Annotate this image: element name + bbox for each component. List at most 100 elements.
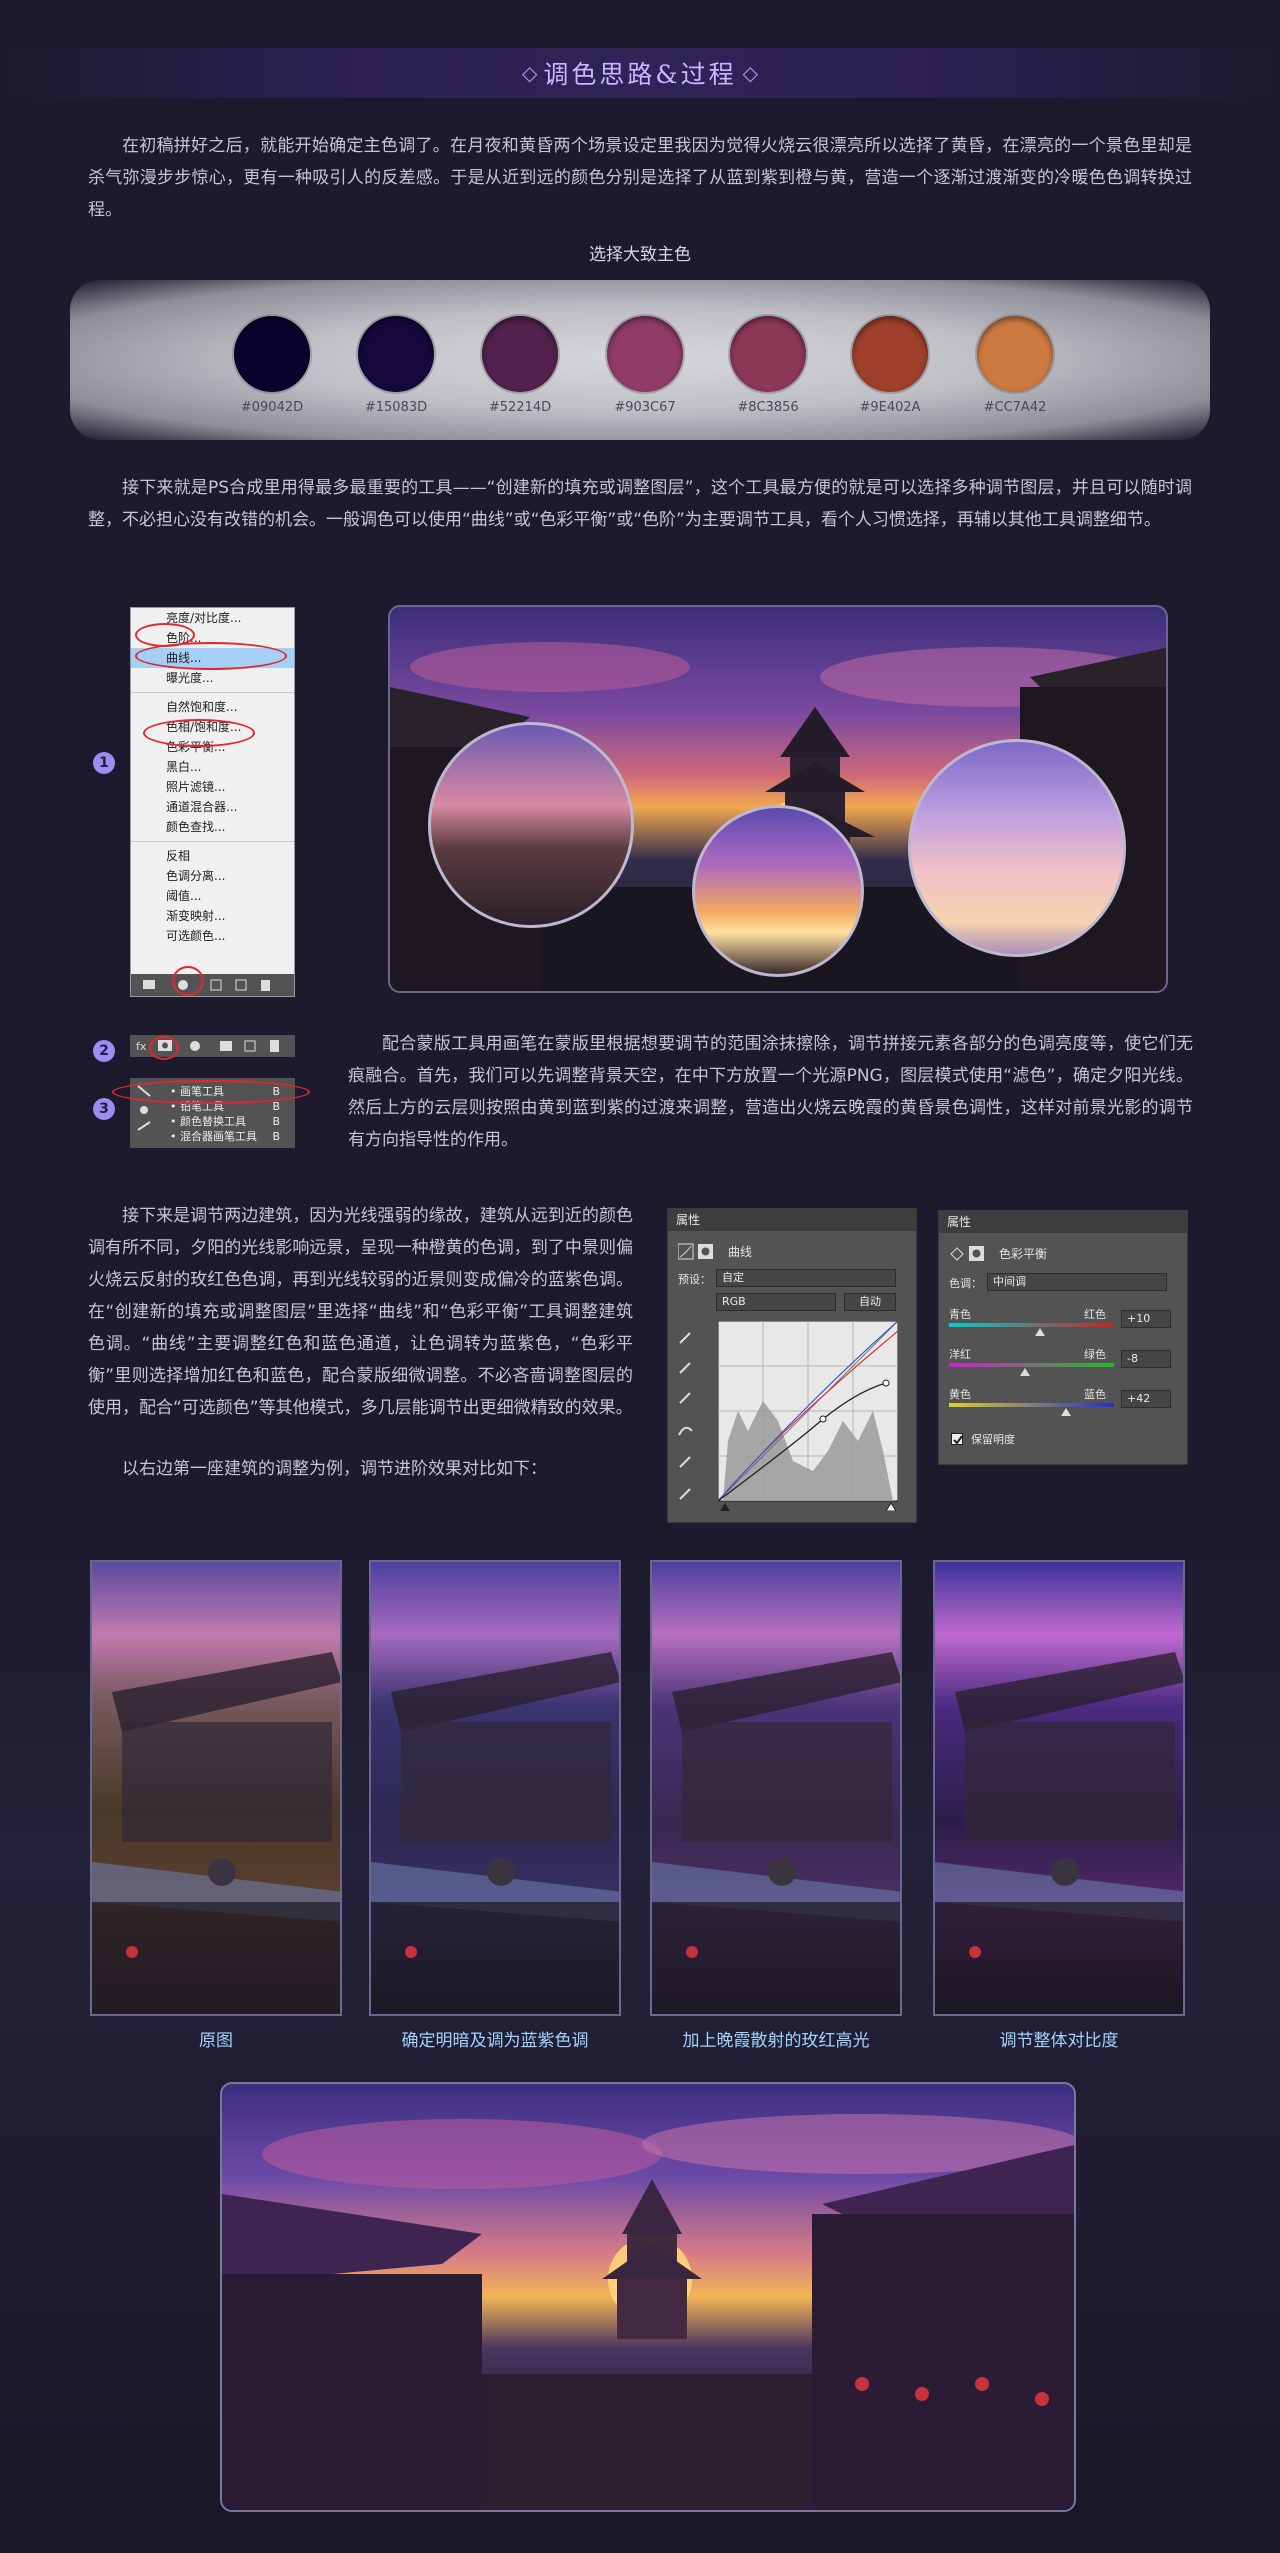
diamond-icon: ◇: [521, 61, 538, 85]
tool-item[interactable]: • 混合器画笔工具 B: [170, 1129, 280, 1144]
preserve-label: 保留明度: [971, 1433, 1015, 1446]
curves-title: 曲线: [728, 1245, 753, 1259]
curves-icon: [677, 1243, 718, 1261]
balance-slider-track[interactable]: [949, 1403, 1114, 1407]
diamond-icon: ◇: [742, 61, 759, 85]
comparison-caption: 加上晚霞散射的玫红高光: [682, 2031, 870, 2051]
final-illustration: [222, 2114, 1074, 2510]
color-balance-panel: 属性 色彩平衡 色调： 中间调 青色 红色 +10 洋红 绿色 -8 黄色 蓝色 +42 保留明…: [938, 1210, 1188, 1465]
palette-hex-label: #CC7A42: [983, 400, 1047, 415]
detail-bubble-building: [428, 722, 634, 928]
section-title-bar: ◇ 调色思路&过程 ◇: [0, 48, 1280, 98]
comparison-image: [650, 1560, 902, 2016]
intro-paragraph: 在初稿拼好之后，就能开始确定主色调了。在月夜和黄昏两个场景设定里我因为觉得火烧云…: [88, 136, 1192, 220]
preserve-checkbox[interactable]: [951, 1433, 963, 1445]
highlight-ring: [149, 1036, 179, 1060]
menu-item[interactable]: 颜色查找...: [131, 817, 294, 837]
panel-header: 属性: [668, 1209, 916, 1231]
palette-swatch: [852, 316, 928, 392]
balance-right-label: 绿色: [1084, 1348, 1106, 1361]
palette-swatch: [730, 316, 806, 392]
balance-left-label: 黄色: [949, 1388, 971, 1401]
balance-slider-knob[interactable]: [1034, 1328, 1045, 1336]
balance-value-input[interactable]: +42: [1121, 1390, 1171, 1408]
section3-paragraph: 配合蒙版工具用画笔在蒙版里根据想要调节的范围涂抹擦除，调节拼接元素各部分的色调亮…: [348, 1034, 1193, 1150]
eyedropper-tools: [676, 1327, 696, 1517]
detail-bubble-clouds: [908, 739, 1126, 957]
comparison-image: [369, 1560, 621, 2016]
balance-slider-knob[interactable]: [1019, 1368, 1030, 1376]
sky-adjustment-scene: [388, 605, 1168, 993]
palette-hex-label: #15083D: [364, 400, 428, 415]
highlight-ring: [135, 642, 287, 670]
tone-select[interactable]: 中间调: [987, 1273, 1167, 1291]
channel-select[interactable]: RGB: [716, 1293, 836, 1311]
palette-hex-label: #09042D: [240, 400, 304, 415]
menu-item[interactable]: 曝光度...: [131, 668, 294, 688]
menu-item[interactable]: 渐变映射...: [131, 906, 294, 926]
balance-left-label: 洋红: [949, 1348, 971, 1361]
preset-label: 预设：: [678, 1273, 711, 1286]
balance-slider-knob[interactable]: [1061, 1408, 1072, 1416]
menu-item[interactable]: 阈值...: [131, 886, 294, 906]
layers-toolbar-icons: [143, 979, 270, 991]
step-marker-3: 3: [93, 1098, 115, 1120]
menu-item[interactable]: 色调分离...: [131, 866, 294, 886]
balance-value-input[interactable]: -8: [1121, 1350, 1171, 1368]
page-title: 调色思路&过程: [543, 60, 737, 89]
menu-item[interactable]: 黑白...: [131, 757, 294, 777]
tool-shortcut: B: [272, 1130, 280, 1143]
menu-item[interactable]: 通道混合器...: [131, 797, 294, 817]
comparison-caption: 调节整体对比度: [999, 2031, 1119, 2051]
menu-item[interactable]: 照片滤镜...: [131, 777, 294, 797]
detail-bubble-sunset: [692, 805, 864, 977]
balance-right-label: 蓝色: [1084, 1388, 1106, 1401]
layers-bottom-bar: [131, 974, 294, 996]
menu-item[interactable]: 可选颜色...: [131, 926, 294, 946]
balance-slider-track[interactable]: [949, 1363, 1114, 1367]
menu-item[interactable]: 自然饱和度...: [131, 697, 294, 717]
palette-swatch: [607, 316, 683, 392]
final-artwork: [220, 2082, 1076, 2512]
balance-left-label: 青色: [949, 1308, 971, 1321]
balance-right-label: 红色: [1084, 1308, 1106, 1321]
tool-shortcut: B: [272, 1115, 280, 1128]
palette-hex-label: #8C3856: [737, 400, 799, 415]
highlight-ring: [172, 966, 204, 996]
curves-graph[interactable]: [718, 1321, 898, 1511]
tone-label: 色调：: [949, 1277, 982, 1290]
section2-paragraph: 接下来就是PS合成里用得最多最重要的工具——“创建新的填充或调整图层”，这个工具…: [88, 478, 1192, 530]
comparison-image: [933, 1560, 1185, 2016]
comparison-caption: 原图: [199, 2031, 233, 2051]
step-marker-2: 2: [93, 1040, 115, 1062]
menu-item[interactable]: 反相: [131, 846, 294, 866]
balance-icon: [949, 1245, 989, 1263]
palette-hex-label: #9E402A: [859, 400, 921, 415]
balance-slider-track[interactable]: [949, 1323, 1114, 1327]
step-marker-1: 1: [93, 752, 115, 774]
curves-properties-panel: 属性 曲线 预设： 自定 RGB 自动: [667, 1208, 917, 1523]
highlight-ring: [112, 1080, 310, 1104]
auto-button[interactable]: 自动: [844, 1293, 896, 1311]
tool-label: • 颜色替换工具: [170, 1115, 246, 1128]
comparison-caption: 确定明暗及调为蓝紫色调: [401, 2031, 589, 2051]
highlight-ring: [143, 719, 255, 747]
tool-item[interactable]: • 颜色替换工具 B: [170, 1114, 280, 1129]
preset-select[interactable]: 自定: [716, 1269, 896, 1287]
palette-swatch: [482, 316, 558, 392]
palette-hex-label: #52214D: [488, 400, 552, 415]
menu-separator: [131, 841, 294, 842]
panel-header: 属性: [939, 1211, 1187, 1233]
balance-value-input[interactable]: +10: [1121, 1310, 1171, 1328]
palette-swatch: [234, 316, 310, 392]
palette-heading: 选择大致主色: [589, 245, 691, 265]
section4-paragraph: 接下来是调节两边建筑，因为光线强弱的缘故，建筑从远到近的颜色调有所不同，夕阳的光…: [88, 1206, 633, 1418]
comparison-image: [90, 1560, 342, 2016]
menu-separator: [131, 692, 294, 693]
palette-hex-label: #903C67: [614, 400, 676, 415]
svg-text:fx: fx: [136, 1040, 147, 1053]
tool-label: • 混合器画笔工具: [170, 1130, 257, 1143]
palette-swatch: [977, 316, 1053, 392]
balance-title: 色彩平衡: [999, 1247, 1048, 1261]
palette-swatch: [358, 316, 434, 392]
